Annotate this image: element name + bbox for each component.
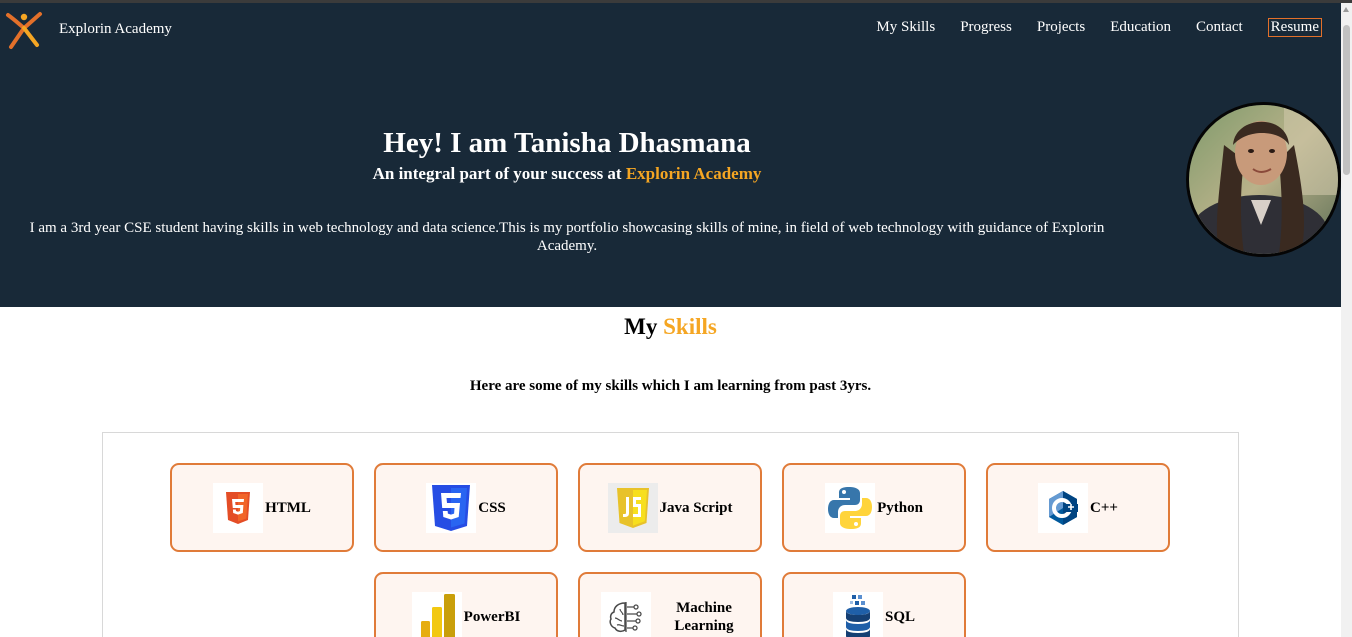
skill-card-sql[interactable]: SQL	[782, 572, 966, 637]
hero-section: Explorin Academy My Skills Progress Proj…	[0, 3, 1341, 307]
hero-title: Hey! I am Tanisha Dhasmana	[383, 127, 751, 159]
skills-intro: Here are some of my skills which I am le…	[469, 378, 872, 394]
powerbi-icon	[411, 591, 462, 637]
skill-card-powerbi[interactable]: PowerBI	[374, 572, 558, 637]
resume-button[interactable]: Resume	[1267, 18, 1322, 37]
skill-card-machine-learning[interactable]: Machine Learning	[578, 572, 762, 637]
nav-my-skills[interactable]: My Skills	[876, 19, 935, 36]
profile-photo-image	[1189, 105, 1338, 254]
html5-icon	[213, 482, 264, 533]
database-icon	[832, 591, 883, 637]
profile-avatar	[1186, 102, 1341, 257]
python-icon	[825, 482, 876, 533]
explorin-logo-icon[interactable]	[5, 11, 43, 51]
skill-label: CSS	[478, 499, 506, 516]
skill-label: C++	[1090, 499, 1118, 516]
css3-icon: 3	[426, 482, 477, 533]
scroll-up-arrow-icon[interactable]	[1343, 7, 1349, 12]
skills-title: My Skills	[0, 314, 1341, 340]
skill-label: SQL	[884, 608, 915, 625]
nav-contact[interactable]: Contact	[1196, 19, 1243, 36]
skill-label: Python	[877, 499, 923, 516]
skill-label: HTML	[265, 499, 311, 516]
skills-title-text: My	[624, 314, 664, 339]
portfolio-page: Explorin Academy My Skills Progress Proj…	[0, 0, 1341, 637]
skills-container: HTML 3 CSS	[102, 432, 1239, 637]
hero-subtitle-highlight: Explorin Academy	[625, 164, 762, 183]
cplusplus-icon	[1038, 482, 1089, 533]
scrollbar-thumb[interactable]	[1343, 25, 1350, 175]
nav-projects[interactable]: Projects	[1037, 19, 1085, 36]
skill-label: Machine Learning	[674, 599, 734, 634]
skill-card-css[interactable]: 3 CSS	[374, 463, 558, 552]
vertical-scrollbar[interactable]	[1341, 3, 1352, 637]
machine-learning-icon	[601, 591, 651, 637]
skill-card-javascript[interactable]: Java Script	[578, 463, 762, 552]
skill-card-python[interactable]: Python	[782, 463, 966, 552]
hero-subtitle-text: An integral part of your success at	[372, 164, 626, 183]
nav-education[interactable]: Education	[1110, 19, 1171, 36]
javascript-icon	[607, 482, 658, 533]
main-nav: My Skills Progress Projects Education Co…	[851, 18, 1322, 37]
skill-card-html[interactable]: HTML	[170, 463, 354, 552]
nav-progress[interactable]: Progress	[960, 19, 1012, 36]
hero-description: I am a 3rd year CSE student having skill…	[29, 220, 1105, 254]
hero-subtitle: An integral part of your success at Expl…	[0, 164, 1134, 184]
skill-label: PowerBI	[463, 608, 521, 625]
skills-title-highlight: Skills	[663, 314, 717, 339]
skill-label: Java Script	[659, 499, 733, 516]
brand-name[interactable]: Explorin Academy	[59, 21, 172, 38]
skill-card-cplusplus[interactable]: C++	[986, 463, 1170, 552]
